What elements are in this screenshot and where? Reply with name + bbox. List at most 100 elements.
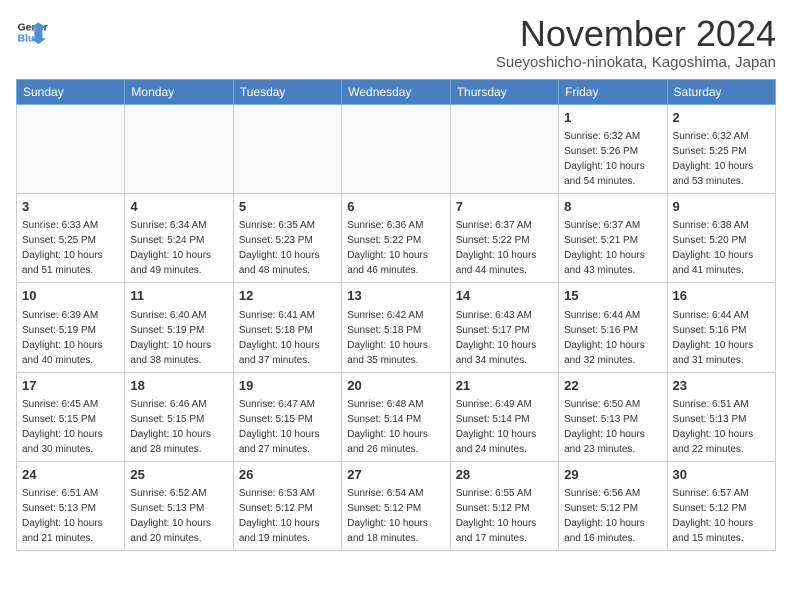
day-info: Sunrise: 6:42 AM Sunset: 5:18 PM Dayligh… [347, 308, 444, 368]
calendar-cell: 30Sunrise: 6:57 AM Sunset: 5:12 PM Dayli… [667, 461, 775, 550]
week-row: 17 Sunrise: 6:45 AM Sunset: 5:15 PM Dayli… [17, 372, 776, 461]
day-info: Sunrise: 6:38 AM Sunset: 5:20 PM Dayligh… [673, 218, 770, 278]
day-info: Sunrise: 6:48 AM Sunset: 5:14 PM Dayligh… [347, 397, 444, 457]
day-number: 11 [130, 287, 227, 305]
day-info: Sunrise: 6:54 AM Sunset: 5:12 PM Dayligh… [347, 486, 444, 546]
week-row: 10Sunrise: 6:39 AM Sunset: 5:19 PM Dayli… [17, 283, 776, 372]
logo-icon: General Blue [16, 16, 48, 48]
calendar-cell: 10Sunrise: 6:39 AM Sunset: 5:19 PM Dayli… [17, 283, 125, 372]
day-number: 13 [347, 287, 444, 305]
calendar-cell: 20 Sunrise: 6:48 AM Sunset: 5:14 PM Dayli… [342, 372, 450, 461]
day-info: Sunrise: 6:50 AM Sunset: 5:13 PM Dayligh… [564, 397, 661, 457]
day-info: Sunrise: 6:51 AM Sunset: 5:13 PM Dayligh… [22, 486, 119, 546]
day-info: Sunrise: 6:43 AM Sunset: 5:17 PM Dayligh… [456, 308, 553, 368]
calendar-table: SundayMondayTuesdayWednesdayThursdayFrid… [16, 79, 776, 551]
weekday-header: Sunday [17, 80, 125, 105]
calendar-cell: 25 Sunrise: 6:52 AM Sunset: 5:13 PM Dayli… [125, 461, 233, 550]
day-number: 25 [130, 466, 227, 484]
day-number: 14 [456, 287, 553, 305]
calendar-cell: 6 Sunrise: 6:36 AM Sunset: 5:22 PM Daylig… [342, 194, 450, 283]
day-info: Sunrise: 6:32 AM Sunset: 5:25 PM Dayligh… [673, 129, 770, 189]
day-number: 9 [673, 198, 770, 216]
calendar-cell [125, 105, 233, 194]
week-row: 24 Sunrise: 6:51 AM Sunset: 5:13 PM Dayli… [17, 461, 776, 550]
weekday-header: Monday [125, 80, 233, 105]
day-info: Sunrise: 6:45 AM Sunset: 5:15 PM Dayligh… [22, 397, 119, 457]
day-number: 27 [347, 466, 444, 484]
day-info: Sunrise: 6:40 AM Sunset: 5:19 PM Dayligh… [130, 308, 227, 368]
day-number: 22 [564, 377, 661, 395]
day-number: 24 [22, 466, 119, 484]
day-info: Sunrise: 6:41 AM Sunset: 5:18 PM Dayligh… [239, 308, 336, 368]
calendar-cell [450, 105, 558, 194]
day-number: 5 [239, 198, 336, 216]
day-number: 15 [564, 287, 661, 305]
logo: General Blue [16, 16, 48, 48]
weekday-header: Saturday [667, 80, 775, 105]
calendar-cell: 11 Sunrise: 6:40 AM Sunset: 5:19 PM Dayli… [125, 283, 233, 372]
calendar-cell: 8 Sunrise: 6:37 AM Sunset: 5:21 PM Daylig… [559, 194, 667, 283]
day-info: Sunrise: 6:53 AM Sunset: 5:12 PM Dayligh… [239, 486, 336, 546]
day-number: 30 [673, 466, 770, 484]
calendar-cell: 15 Sunrise: 6:44 AM Sunset: 5:16 PM Dayli… [559, 283, 667, 372]
day-info: Sunrise: 6:32 AM Sunset: 5:26 PM Dayligh… [564, 129, 661, 189]
day-info: Sunrise: 6:33 AM Sunset: 5:25 PM Dayligh… [22, 218, 119, 278]
day-info: Sunrise: 6:44 AM Sunset: 5:16 PM Dayligh… [564, 308, 661, 368]
weekday-header: Thursday [450, 80, 558, 105]
calendar-cell: 28Sunrise: 6:55 AM Sunset: 5:12 PM Dayli… [450, 461, 558, 550]
day-number: 10 [22, 287, 119, 305]
day-number: 6 [347, 198, 444, 216]
calendar-cell: 14 Sunrise: 6:43 AM Sunset: 5:17 PM Dayli… [450, 283, 558, 372]
calendar-cell: 5 Sunrise: 6:35 AM Sunset: 5:23 PM Daylig… [233, 194, 341, 283]
day-number: 18 [130, 377, 227, 395]
calendar-cell: 17 Sunrise: 6:45 AM Sunset: 5:15 PM Dayli… [17, 372, 125, 461]
day-number: 23 [673, 377, 770, 395]
calendar-cell: 7 Sunrise: 6:37 AM Sunset: 5:22 PM Daylig… [450, 194, 558, 283]
day-number: 2 [673, 109, 770, 127]
calendar-cell: 27 Sunrise: 6:54 AM Sunset: 5:12 PM Dayli… [342, 461, 450, 550]
day-number: 12 [239, 287, 336, 305]
calendar-cell: 2 Sunrise: 6:32 AM Sunset: 5:25 PM Daylig… [667, 105, 775, 194]
day-info: Sunrise: 6:37 AM Sunset: 5:21 PM Dayligh… [564, 218, 661, 278]
day-number: 7 [456, 198, 553, 216]
weekday-header: Tuesday [233, 80, 341, 105]
day-number: 8 [564, 198, 661, 216]
calendar-cell: 1 Sunrise: 6:32 AM Sunset: 5:26 PM Daylig… [559, 105, 667, 194]
day-info: Sunrise: 6:35 AM Sunset: 5:23 PM Dayligh… [239, 218, 336, 278]
calendar-cell: 26Sunrise: 6:53 AM Sunset: 5:12 PM Dayli… [233, 461, 341, 550]
day-number: 21 [456, 377, 553, 395]
day-info: Sunrise: 6:49 AM Sunset: 5:14 PM Dayligh… [456, 397, 553, 457]
day-number: 29 [564, 466, 661, 484]
calendar-cell: 29 Sunrise: 6:56 AM Sunset: 5:12 PM Dayli… [559, 461, 667, 550]
calendar-cell: 23 Sunrise: 6:51 AM Sunset: 5:13 PM Dayli… [667, 372, 775, 461]
calendar-cell [17, 105, 125, 194]
calendar-cell: 22 Sunrise: 6:50 AM Sunset: 5:13 PM Dayli… [559, 372, 667, 461]
day-number: 4 [130, 198, 227, 216]
page-header: General Blue November 2024 Sueyoshicho-n… [16, 16, 776, 71]
day-info: Sunrise: 6:51 AM Sunset: 5:13 PM Dayligh… [673, 397, 770, 457]
day-info: Sunrise: 6:37 AM Sunset: 5:22 PM Dayligh… [456, 218, 553, 278]
calendar-cell: 16Sunrise: 6:44 AM Sunset: 5:16 PM Dayli… [667, 283, 775, 372]
calendar-cell: 13 Sunrise: 6:42 AM Sunset: 5:18 PM Dayli… [342, 283, 450, 372]
calendar-cell: 3Sunrise: 6:33 AM Sunset: 5:25 PM Daylig… [17, 194, 125, 283]
title-block: November 2024 Sueyoshicho-ninokata, Kago… [496, 16, 776, 71]
calendar-cell: 18Sunrise: 6:46 AM Sunset: 5:15 PM Dayli… [125, 372, 233, 461]
day-info: Sunrise: 6:36 AM Sunset: 5:22 PM Dayligh… [347, 218, 444, 278]
day-info: Sunrise: 6:55 AM Sunset: 5:12 PM Dayligh… [456, 486, 553, 546]
weekday-header: Friday [559, 80, 667, 105]
day-number: 20 [347, 377, 444, 395]
calendar-cell: 4 Sunrise: 6:34 AM Sunset: 5:24 PM Daylig… [125, 194, 233, 283]
day-info: Sunrise: 6:34 AM Sunset: 5:24 PM Dayligh… [130, 218, 227, 278]
calendar-cell [342, 105, 450, 194]
calendar-cell: 21 Sunrise: 6:49 AM Sunset: 5:14 PM Dayli… [450, 372, 558, 461]
week-row: 1 Sunrise: 6:32 AM Sunset: 5:26 PM Daylig… [17, 105, 776, 194]
day-info: Sunrise: 6:52 AM Sunset: 5:13 PM Dayligh… [130, 486, 227, 546]
calendar-cell: 9 Sunrise: 6:38 AM Sunset: 5:20 PM Daylig… [667, 194, 775, 283]
day-number: 1 [564, 109, 661, 127]
location-title: Sueyoshicho-ninokata, Kagoshima, Japan [496, 54, 776, 71]
weekday-header-row: SundayMondayTuesdayWednesdayThursdayFrid… [17, 80, 776, 105]
day-number: 17 [22, 377, 119, 395]
day-info: Sunrise: 6:47 AM Sunset: 5:15 PM Dayligh… [239, 397, 336, 457]
calendar-cell: 12 Sunrise: 6:41 AM Sunset: 5:18 PM Dayli… [233, 283, 341, 372]
day-info: Sunrise: 6:56 AM Sunset: 5:12 PM Dayligh… [564, 486, 661, 546]
